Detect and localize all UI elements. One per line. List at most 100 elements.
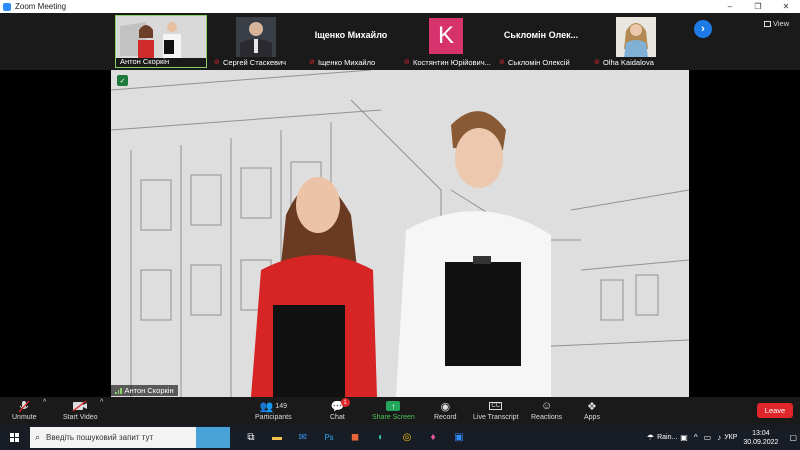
speaker-name: Антон Скоркін	[124, 386, 174, 395]
grid-icon	[764, 20, 771, 27]
muted-mic-icon: ⊘	[214, 58, 220, 66]
active-speaker-video	[111, 70, 689, 397]
chevron-up-icon[interactable]: ^	[694, 433, 698, 442]
weather-icon[interactable]: ☂	[647, 433, 654, 442]
search-highlight-image	[196, 427, 230, 448]
network-icon[interactable]: ▭	[704, 433, 712, 442]
mail-icon[interactable]: ✉	[290, 425, 316, 450]
tray-app-icon[interactable]: ▣	[680, 433, 688, 442]
record-icon: ◉	[440, 400, 451, 413]
participant-thumbnail[interactable]: Ськломін Олек... ⊘ Ськломін Олексій	[495, 15, 587, 68]
muted-mic-icon	[18, 399, 30, 413]
meeting-toolbar: Unmute ^ Start Video ^ 👥 149 Participants…	[0, 397, 800, 425]
participant-name: Костянтин Юрійович...	[413, 58, 491, 67]
chat-button[interactable]: 💬 1 Chat	[330, 398, 350, 421]
speaker-video-frame	[111, 70, 689, 397]
minimize-button[interactable]: –	[716, 0, 744, 13]
participant-name-bar: ⊘ Костянтин Юрійович...	[400, 57, 492, 68]
muted-mic-icon: ⊘	[594, 58, 600, 66]
participant-thumbnail[interactable]: Антон Скоркін	[115, 15, 207, 68]
taskbar-search-box[interactable]: ⌕ Введіть пошуковий запит тут	[30, 427, 230, 448]
participant-display-name: Ськломін Олек...	[503, 30, 579, 40]
clock-time: 13:04	[752, 429, 770, 437]
participant-thumbnail[interactable]: ⊘ Сергей Стаскевич	[210, 15, 302, 68]
taskbar-clock[interactable]: 13:04 30.09.2022	[743, 429, 778, 447]
muted-mic-icon: ⊘	[309, 58, 315, 66]
participant-name-bar: ⊘ Ськломін Олексій	[495, 57, 587, 68]
live-transcript-button[interactable]: CC Live Transcript	[473, 399, 519, 421]
participant-name: Сергей Стаскевич	[223, 58, 287, 67]
zoom-taskbar-icon[interactable]: ▣	[446, 425, 472, 450]
video-options-caret[interactable]: ^	[100, 399, 103, 406]
smiley-icon: ☺	[540, 400, 553, 412]
file-explorer-icon[interactable]: ▬	[264, 425, 290, 450]
avatar: K	[429, 18, 463, 54]
participant-thumbnail[interactable]: ⊘ Olha Kaidalova	[590, 15, 682, 68]
participant-name: Антон Скоркін	[120, 57, 170, 66]
window-controls: – ❐ ✕	[716, 0, 800, 13]
restore-button[interactable]: ❐	[744, 0, 772, 13]
weather-text[interactable]: Rain...	[657, 434, 677, 441]
start-video-button[interactable]: Start Video	[63, 399, 98, 421]
edge-icon[interactable]: ◐	[368, 425, 394, 450]
participant-name: Olha Kaidalova	[603, 58, 654, 67]
volume-icon[interactable]: ♪	[717, 433, 721, 442]
speaker-name-label: Антон Скоркін	[111, 385, 178, 396]
clock-date: 30.09.2022	[743, 438, 779, 446]
audio-options-caret[interactable]: ^	[43, 399, 46, 406]
photoshop-icon[interactable]: Ps	[316, 425, 342, 450]
close-button[interactable]: ✕	[772, 0, 800, 13]
windows-logo-icon	[9, 433, 19, 442]
participants-icon: 👥	[259, 400, 274, 413]
participant-video	[210, 15, 302, 57]
participant-name-bar: ⊘ Olha Kaidalova	[590, 57, 682, 68]
leave-button[interactable]: Leave	[757, 403, 793, 418]
participant-name-bar: ⊘ Сергей Стаскевич	[210, 57, 302, 68]
thumbnail-strip: Антон Скоркін ⊘ Сергей Стаскевич Іщенко …	[0, 13, 800, 70]
paint-icon[interactable]: ♦	[420, 425, 446, 450]
participant-name: Іщенко Михайло	[318, 58, 376, 67]
apps-icon: ❖	[587, 400, 597, 413]
reactions-button[interactable]: ☺ Reactions	[531, 399, 562, 421]
video-off-icon	[72, 399, 88, 413]
participant-display-name: Іщенко Михайло	[314, 30, 388, 40]
participant-name: Ськломін Олексій	[508, 58, 570, 67]
cc-icon: CC	[489, 402, 503, 410]
notifications-icon[interactable]: ▢	[789, 433, 797, 442]
muted-mic-icon: ⊘	[404, 58, 410, 66]
view-button[interactable]: View	[764, 19, 789, 28]
participant-name-bar: ⊘ Іщенко Михайло	[305, 57, 397, 68]
zoom-app-icon	[3, 2, 11, 11]
search-icon: ⌕	[35, 432, 41, 442]
view-label: View	[773, 19, 790, 28]
participant-name-bar: Антон Скоркін	[116, 56, 206, 67]
muted-mic-icon: ⊘	[499, 58, 505, 66]
apps-button[interactable]: ❖ Apps	[584, 399, 600, 422]
taskbar-apps: ⧉ ▬ ✉ Ps ◼ ◐ ◎ ♦ ▣	[238, 425, 472, 450]
chat-icon: 💬 1	[331, 398, 350, 413]
task-view-icon[interactable]: ⧉	[238, 425, 264, 450]
next-page-button[interactable]: ›	[694, 20, 712, 38]
office-icon[interactable]: ◼	[342, 425, 368, 450]
windows-start-button[interactable]	[4, 425, 24, 450]
system-tray: ☂ Rain... ▣ ^ ▭ ♪ УКР 13:04 30.09.2022 ▢	[644, 425, 800, 450]
chat-unread-badge: 1	[340, 398, 350, 407]
connection-signal-icon	[115, 387, 122, 394]
chrome-icon[interactable]: ◎	[394, 425, 420, 450]
search-placeholder: Введіть пошуковий запит тут	[46, 433, 154, 442]
participants-button[interactable]: 👥 149 Participants	[255, 399, 292, 422]
encryption-shield-icon[interactable]: ✓	[117, 75, 128, 86]
share-screen-icon: ↑	[386, 399, 401, 413]
unmute-button[interactable]: Unmute	[12, 399, 37, 421]
participants-count: 149	[275, 402, 287, 410]
share-screen-button[interactable]: ↑ Share Screen	[372, 399, 415, 421]
window-title: Zoom Meeting	[15, 2, 67, 11]
participant-thumbnail[interactable]: K ⊘ Костянтин Юрійович...	[400, 15, 492, 68]
participant-video	[116, 16, 206, 58]
record-button[interactable]: ◉ Record	[434, 399, 457, 422]
language-indicator[interactable]: УКР	[724, 434, 737, 441]
participant-thumbnail[interactable]: Іщенко Михайло ⊘ Іщенко Михайло	[305, 15, 397, 68]
participant-video	[590, 15, 682, 57]
title-bar: Zoom Meeting – ❐ ✕	[0, 0, 800, 13]
chevron-right-icon: ›	[701, 23, 705, 35]
